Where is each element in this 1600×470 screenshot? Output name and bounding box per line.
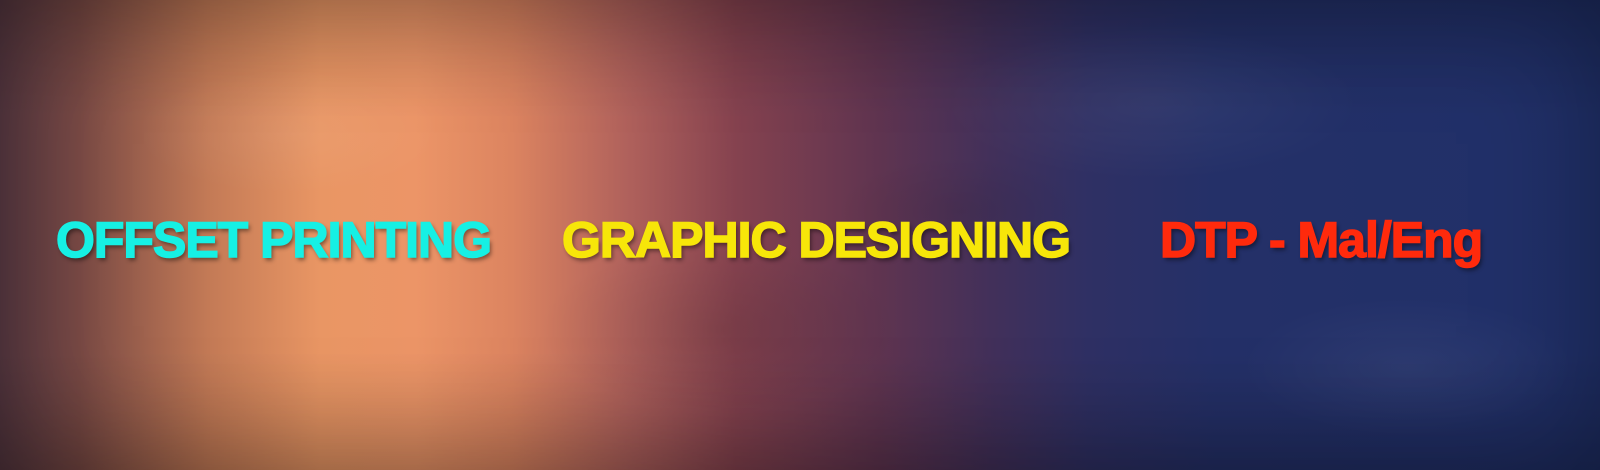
services-banner: OFFSET PRINTING GRAPHIC DESIGNING DTP - … [0,0,1600,470]
service-offset-printing: OFFSET PRINTING [55,211,493,269]
service-graphic-designing: GRAPHIC DESIGNING [561,211,1072,269]
service-dtp: DTP - Mal/Eng [1159,211,1484,269]
